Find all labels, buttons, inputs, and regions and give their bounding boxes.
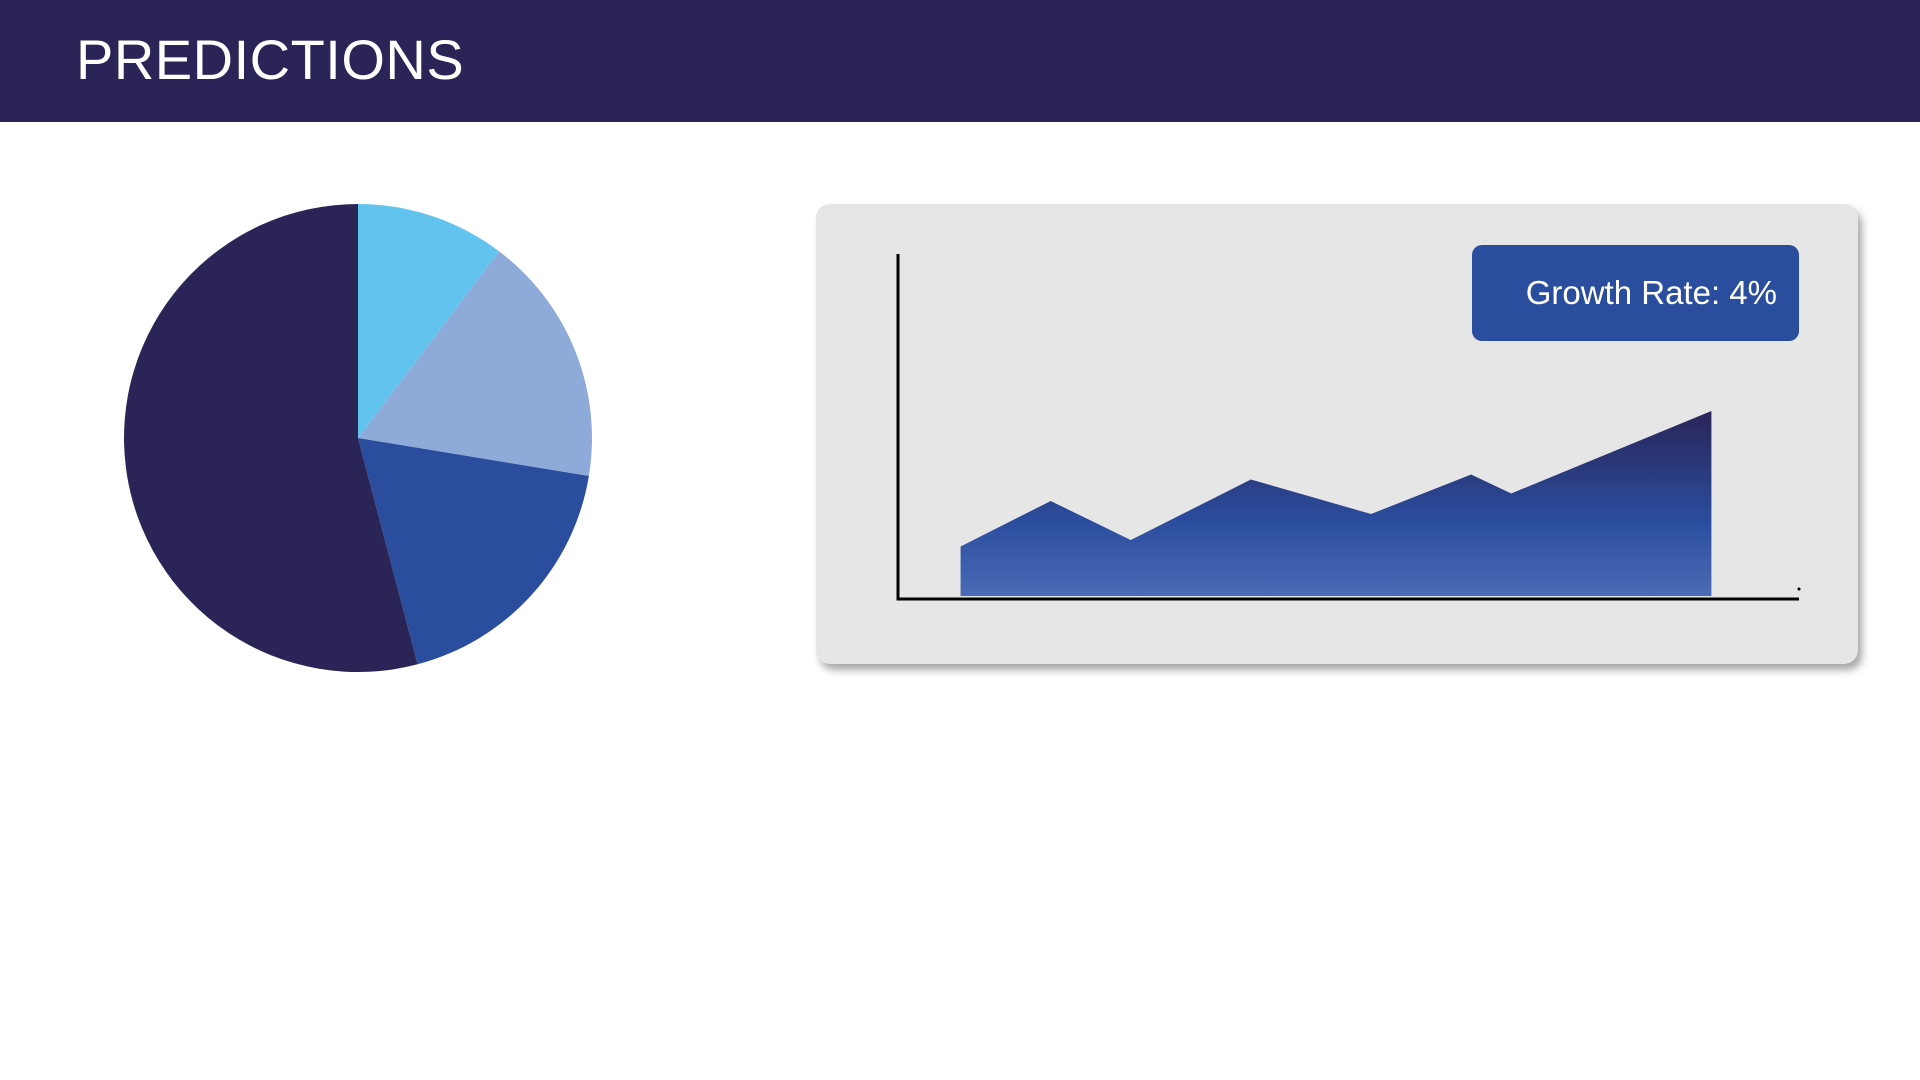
growth-rate-badge: Growth Rate: 4% [1472,245,1799,341]
page-title: PREDICTIONS [76,28,465,91]
x-axis-end-marker [1797,587,1801,591]
area-series [960,411,1712,596]
pie-chart-svg [124,204,592,672]
growth-chart-card: Growth Rate: 4% [816,204,1858,664]
pie-chart [120,200,596,676]
header-bar: PREDICTIONS [0,0,1920,122]
growth-rate-label: Growth Rate: 4% [1525,274,1777,311]
